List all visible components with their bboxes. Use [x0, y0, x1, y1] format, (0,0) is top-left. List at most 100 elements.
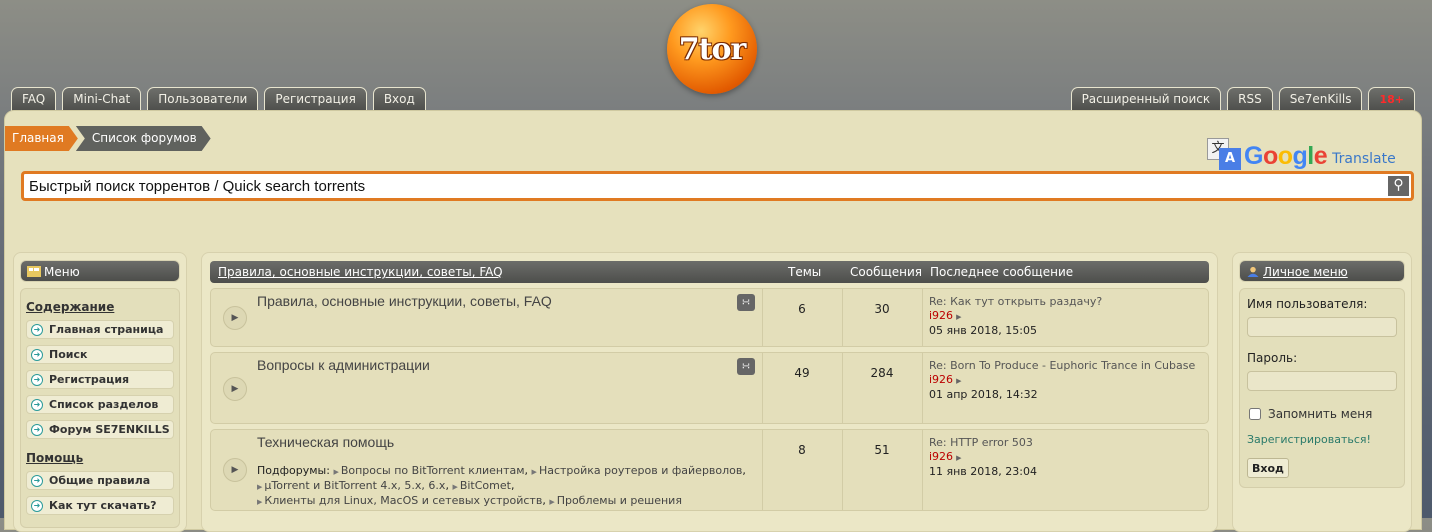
subforum-link[interactable]: Вопросы по BitTorrent клиентам	[341, 464, 525, 477]
nav-mini-chat[interactable]: Mini-Chat	[62, 87, 142, 112]
menu-item-label: Поиск	[49, 348, 88, 361]
breadcrumb-home[interactable]: Главная	[5, 126, 78, 151]
forum-title[interactable]: Техническая помощь	[257, 434, 394, 450]
forum-status-icon[interactable]: ▶	[223, 306, 247, 330]
section-help[interactable]: Помощь	[26, 451, 174, 465]
last-post: Re: Born To Produce - Euphoric Trance in…	[929, 359, 1199, 402]
topics-count: 49	[794, 366, 810, 380]
col-topics: Темы	[788, 265, 822, 279]
menu-item-search[interactable]: ➜ Поиск	[26, 345, 174, 364]
goto-last-post-icon[interactable]: ▶	[956, 451, 961, 465]
site-logo[interactable]: 7tor	[667, 4, 757, 94]
forum-title[interactable]: Правила, основные инструкции, советы, FA…	[257, 293, 552, 309]
menu-item-label: Регистрация	[49, 373, 130, 386]
menu-item-sections[interactable]: ➜ Список разделов	[26, 395, 174, 414]
nav-login[interactable]: Вход	[372, 87, 426, 112]
google-translate-widget[interactable]: 文A Google Translate	[1207, 138, 1396, 170]
subforum-link[interactable]: Клиенты для Linux, MacOS и сетевых устро…	[264, 494, 542, 507]
nav-faq[interactable]: FAQ	[11, 87, 57, 112]
rss-icon[interactable]: ∺	[737, 358, 755, 375]
last-post: Re: Как тут открыть раздачу? i926 ▶ 05 ян…	[929, 295, 1199, 338]
personal-menu-title[interactable]: Личное меню	[1263, 265, 1348, 279]
left-menu-header: Меню	[20, 260, 180, 282]
forum-title[interactable]: Вопросы к администрации	[257, 357, 430, 373]
search-icon[interactable]: ⚲	[1388, 176, 1409, 196]
google-logo: Google	[1244, 142, 1328, 170]
col-last-post: Последнее сообщение	[930, 265, 1074, 279]
arrow-circle-icon: ➜	[31, 474, 43, 487]
forum-row: ▶ Правила, основные инструкции, советы, …	[210, 288, 1209, 347]
breadcrumb-forum-list[interactable]: Список форумов	[76, 126, 211, 151]
last-post-date: 05 янв 2018, 15:05	[929, 324, 1037, 337]
topics-count: 6	[798, 302, 806, 316]
last-post-title[interactable]: Re: HTTP error 503	[929, 436, 1199, 450]
user-icon	[1247, 266, 1259, 277]
password-field[interactable]	[1247, 371, 1397, 391]
subforums: Подфорумы: ▶ Вопросы по BitTorrent клиент…	[257, 464, 746, 507]
subforums-label: Подфорумы:	[257, 464, 330, 477]
last-post-date: 01 апр 2018, 14:32	[929, 388, 1038, 401]
last-post: Re: HTTP error 503 i926 ▶ 11 янв 2018, 23…	[929, 436, 1199, 479]
forum-status-icon[interactable]: ▶	[223, 458, 247, 482]
arrow-circle-icon: ➜	[31, 499, 43, 512]
subforum-link[interactable]: BitComet	[460, 479, 511, 492]
left-menu-title: Меню	[44, 265, 80, 279]
quick-search-input[interactable]	[24, 174, 1379, 198]
nav-register[interactable]: Регистрация	[264, 87, 367, 112]
subforum-link[interactable]: μTorrent и BitTorrent 4.x, 5.x, 6.x	[264, 479, 445, 492]
section-contents[interactable]: Содержание	[26, 300, 174, 314]
register-link[interactable]: Зарегистрироваться!	[1247, 433, 1397, 446]
menu-item-se7enkills-forum[interactable]: ➜ Форум SE7ENKILLS	[26, 420, 174, 439]
forum-row: ▶ Техническая помощь 8 51 Подфорумы: ▶ Во…	[210, 429, 1209, 511]
nav-right: Расширенный поиск RSS Se7enKills 18+	[1070, 87, 1415, 112]
menu-item-how-to-download[interactable]: ➜ Как тут скачать?	[26, 496, 174, 515]
translate-icon: 文A	[1207, 138, 1241, 170]
forum-status-icon[interactable]: ▶	[223, 377, 247, 401]
menu-item-register[interactable]: ➜ Регистрация	[26, 370, 174, 389]
last-post-user[interactable]: i926	[929, 373, 953, 386]
forum-list: Правила, основные инструкции, советы, FA…	[201, 252, 1218, 532]
category-title-link[interactable]: Правила, основные инструкции, советы, FA…	[218, 261, 503, 283]
nav-users[interactable]: Пользователи	[147, 87, 259, 112]
menu-item-home[interactable]: ➜ Главная страница	[26, 320, 174, 339]
menu-item-label: Как тут скачать?	[49, 499, 157, 512]
forum-table-header: Правила, основные инструкции, советы, FA…	[210, 261, 1209, 283]
posts-count: 30	[874, 302, 890, 316]
login-button[interactable]: Вход	[1247, 458, 1289, 478]
breadcrumb: Главная Список форумов	[5, 126, 211, 151]
last-post-title[interactable]: Re: Как тут открыть раздачу?	[929, 295, 1199, 309]
subforum-link[interactable]: Настройка роутеров и файерволов	[539, 464, 742, 477]
forum-row: ▶ Вопросы к администрации ∺ 49 284 Re: B…	[210, 352, 1209, 424]
last-post-title[interactable]: Re: Born To Produce - Euphoric Trance in…	[929, 359, 1199, 373]
nav-se7enkills[interactable]: Se7enKills	[1278, 87, 1363, 112]
last-post-user[interactable]: i926	[929, 309, 953, 322]
username-field[interactable]	[1247, 317, 1397, 337]
arrow-circle-icon: ➜	[31, 323, 43, 336]
left-menu-body: Содержание ➜ Главная страница ➜ Поиск ➜ Рег…	[20, 288, 180, 528]
nav-adult-18[interactable]: 18+	[1368, 87, 1415, 112]
remember-me: Запомнить меня	[1247, 407, 1397, 421]
menu-item-label: Общие правила	[49, 474, 151, 487]
last-post-date: 11 янв 2018, 23:04	[929, 465, 1037, 478]
left-menu: Меню Содержание ➜ Главная страница ➜ Поиск…	[13, 252, 187, 532]
remember-me-label: Запомнить меня	[1268, 407, 1373, 421]
col-posts: Сообщения	[850, 265, 923, 279]
last-post-user[interactable]: i926	[929, 450, 953, 463]
goto-last-post-icon[interactable]: ▶	[956, 374, 961, 388]
menu-item-general-rules[interactable]: ➜ Общие правила	[26, 471, 174, 490]
remember-me-checkbox[interactable]	[1249, 408, 1261, 420]
nav-advanced-search[interactable]: Расширенный поиск	[1070, 87, 1222, 112]
menu-item-label: Список разделов	[49, 398, 159, 411]
nav-rss[interactable]: RSS	[1227, 87, 1273, 112]
password-label: Пароль:	[1247, 351, 1298, 365]
topics-count: 8	[798, 443, 806, 457]
logo-text: 7tor	[678, 31, 747, 67]
personal-menu-header: Личное меню	[1239, 260, 1405, 282]
subforum-link[interactable]: Проблемы и решения	[557, 494, 682, 507]
menu-item-label: Главная страница	[49, 323, 164, 336]
rss-icon[interactable]: ∺	[737, 294, 755, 311]
username-label: Имя пользователя:	[1247, 297, 1368, 311]
goto-last-post-icon[interactable]: ▶	[956, 310, 961, 324]
quick-search-box: ⚲	[21, 171, 1414, 201]
translate-label: Translate	[1332, 151, 1396, 167]
